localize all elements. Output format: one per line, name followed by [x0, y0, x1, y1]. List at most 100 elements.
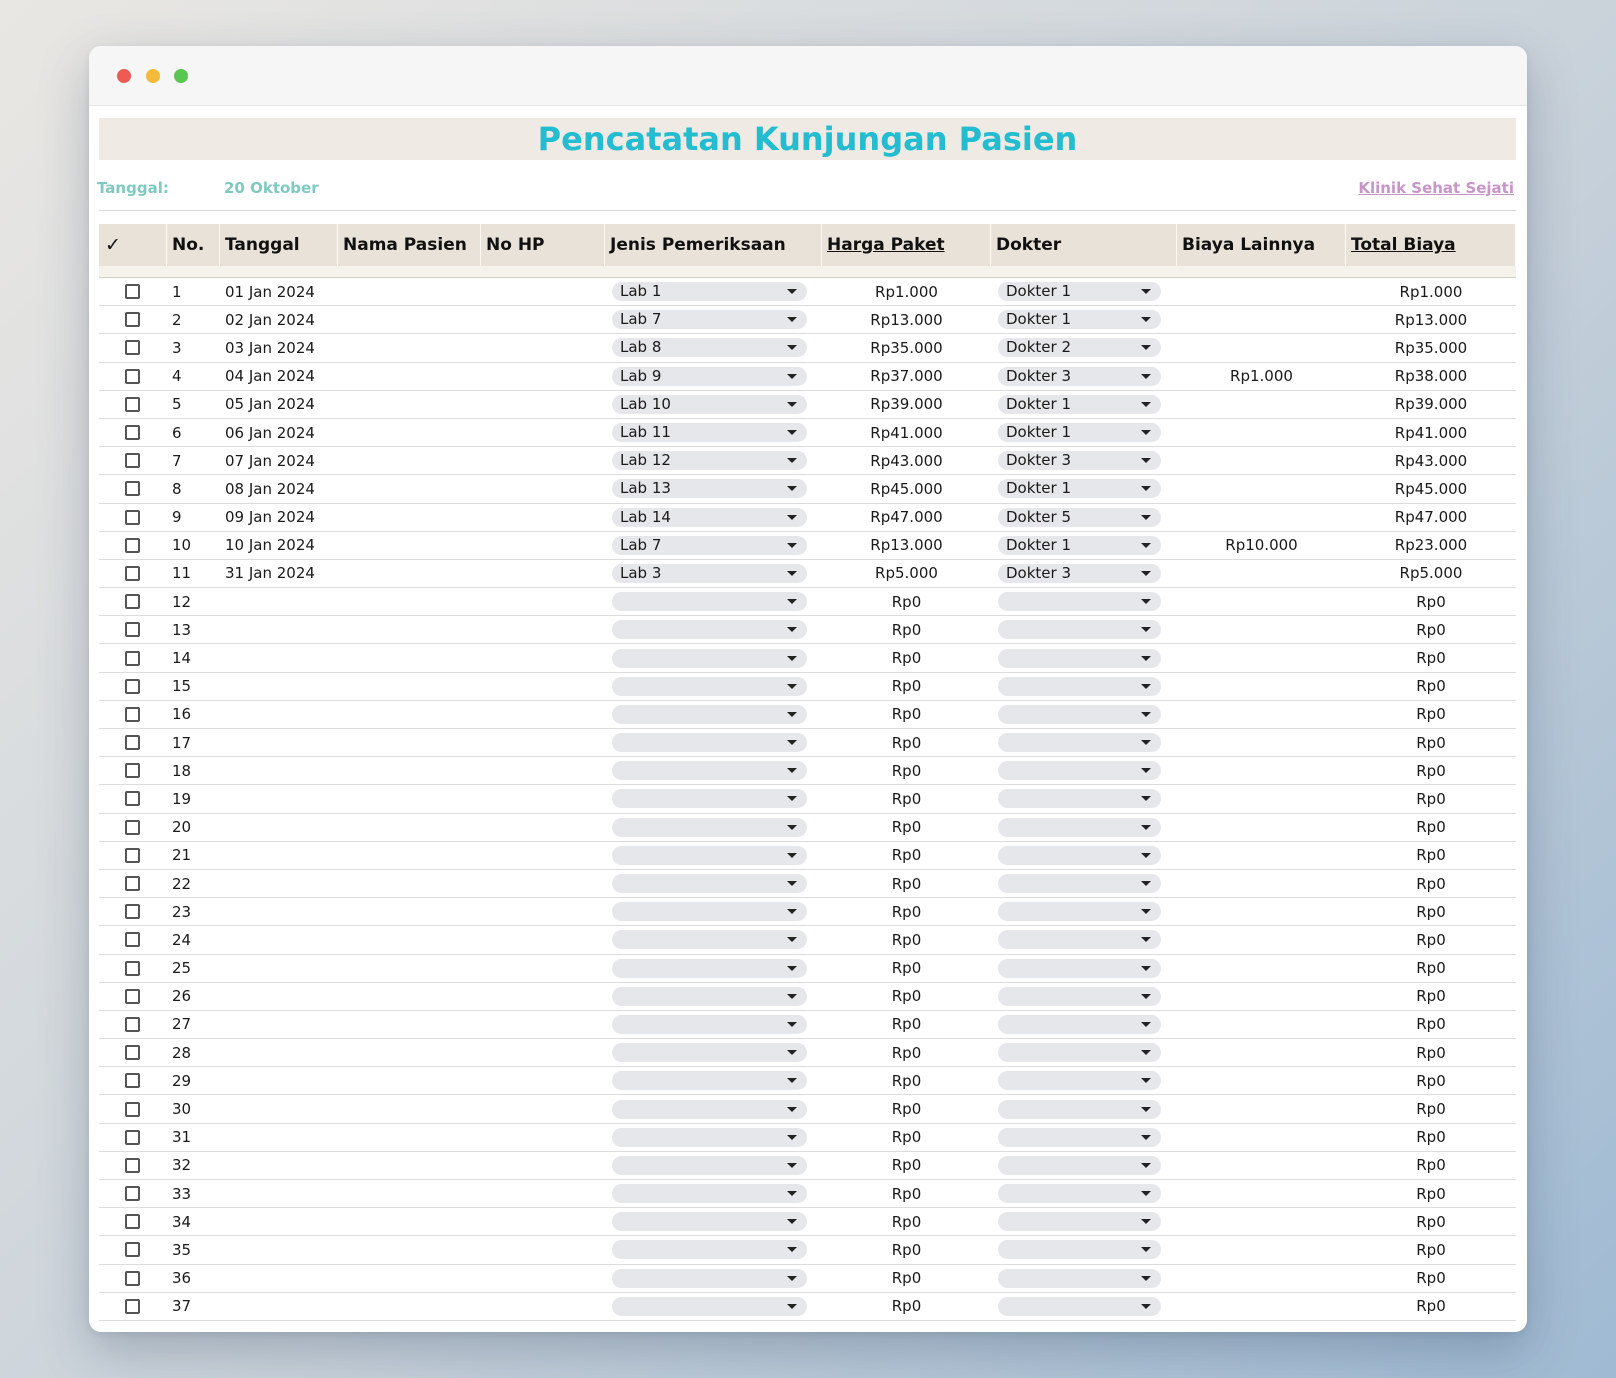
row-tanggal[interactable]: 06 Jan 2024	[220, 419, 338, 448]
row-no-hp[interactable]	[481, 447, 605, 476]
row-biaya-lainnya[interactable]	[1177, 870, 1346, 899]
dokter-dropdown[interactable]: Dokter 3	[998, 366, 1161, 386]
row-nama-pasien[interactable]	[338, 729, 481, 758]
dokter-dropdown[interactable]: Dokter 3	[998, 451, 1161, 471]
row-no-hp[interactable]	[481, 532, 605, 560]
row-no-hp[interactable]	[481, 1039, 605, 1068]
row-no-hp[interactable]	[481, 363, 605, 391]
row-tanggal[interactable]	[220, 1293, 338, 1321]
row-nama-pasien[interactable]	[338, 278, 481, 307]
row-tanggal[interactable]: 01 Jan 2024	[220, 278, 338, 307]
row-tanggal[interactable]	[220, 1152, 338, 1180]
row-biaya-lainnya[interactable]	[1177, 1124, 1346, 1152]
minimize-window-button[interactable]	[146, 69, 160, 83]
row-tanggal[interactable]	[220, 1208, 338, 1237]
row-tanggal[interactable]	[220, 983, 338, 1011]
row-checkbox[interactable]	[125, 650, 140, 666]
row-nama-pasien[interactable]	[338, 616, 481, 645]
row-nama-pasien[interactable]	[338, 1180, 481, 1209]
row-checkbox[interactable]	[125, 735, 140, 751]
row-no-hp[interactable]	[481, 1293, 605, 1321]
dokter-dropdown[interactable]: Dokter 1	[998, 310, 1161, 330]
row-tanggal[interactable]	[220, 814, 338, 842]
row-nama-pasien[interactable]	[338, 814, 481, 842]
row-no-hp[interactable]	[481, 306, 605, 335]
row-checkbox[interactable]	[125, 1101, 140, 1117]
row-biaya-lainnya[interactable]	[1177, 701, 1346, 729]
jenis-pemeriksaan-dropdown[interactable]	[612, 592, 807, 612]
row-nama-pasien[interactable]	[338, 644, 481, 673]
row-checkbox[interactable]	[125, 847, 140, 863]
row-biaya-lainnya[interactable]	[1177, 1152, 1346, 1180]
row-checkbox[interactable]	[125, 1016, 140, 1032]
dokter-dropdown[interactable]	[998, 648, 1161, 668]
row-no-hp[interactable]	[481, 1208, 605, 1237]
row-biaya-lainnya[interactable]	[1177, 1067, 1346, 1096]
row-biaya-lainnya[interactable]	[1177, 616, 1346, 645]
row-nama-pasien[interactable]	[338, 983, 481, 1011]
row-tanggal[interactable]	[220, 673, 338, 701]
jenis-pemeriksaan-dropdown[interactable]	[612, 1184, 807, 1204]
row-checkbox[interactable]	[125, 1045, 140, 1061]
row-biaya-lainnya[interactable]	[1177, 334, 1346, 363]
row-checkbox[interactable]	[125, 988, 140, 1004]
dokter-dropdown[interactable]	[998, 1184, 1161, 1204]
row-nama-pasien[interactable]	[338, 701, 481, 729]
row-checkbox[interactable]	[125, 1129, 140, 1145]
row-no-hp[interactable]	[481, 1124, 605, 1152]
row-tanggal[interactable]	[220, 1180, 338, 1209]
row-biaya-lainnya[interactable]	[1177, 504, 1346, 532]
row-nama-pasien[interactable]	[338, 1236, 481, 1265]
jenis-pemeriksaan-dropdown[interactable]: Lab 10	[612, 394, 807, 414]
jenis-pemeriksaan-dropdown[interactable]	[612, 1212, 807, 1232]
row-nama-pasien[interactable]	[338, 475, 481, 504]
dokter-dropdown[interactable]	[998, 1043, 1161, 1063]
jenis-pemeriksaan-dropdown[interactable]	[612, 1240, 807, 1260]
dokter-dropdown[interactable]	[998, 676, 1161, 696]
dokter-dropdown[interactable]	[998, 620, 1161, 640]
row-nama-pasien[interactable]	[338, 757, 481, 786]
row-no-hp[interactable]	[481, 1011, 605, 1040]
row-tanggal[interactable]	[220, 842, 338, 870]
dokter-dropdown[interactable]: Dokter 5	[998, 507, 1161, 527]
row-biaya-lainnya[interactable]	[1177, 1293, 1346, 1321]
row-no-hp[interactable]	[481, 926, 605, 955]
row-tanggal[interactable]	[220, 616, 338, 645]
dokter-dropdown[interactable]	[998, 704, 1161, 724]
row-biaya-lainnya[interactable]: Rp1.000	[1177, 363, 1346, 391]
row-tanggal[interactable]	[220, 1067, 338, 1096]
row-no-hp[interactable]	[481, 391, 605, 419]
row-tanggal[interactable]	[220, 955, 338, 983]
row-biaya-lainnya[interactable]	[1177, 391, 1346, 419]
row-biaya-lainnya[interactable]	[1177, 1208, 1346, 1237]
row-tanggal[interactable]	[220, 926, 338, 955]
row-checkbox[interactable]	[125, 565, 140, 581]
row-nama-pasien[interactable]	[338, 504, 481, 532]
row-nama-pasien[interactable]	[338, 419, 481, 448]
row-biaya-lainnya[interactable]	[1177, 955, 1346, 983]
row-biaya-lainnya[interactable]	[1177, 1039, 1346, 1068]
row-checkbox[interactable]	[125, 1214, 140, 1230]
row-tanggal[interactable]: 02 Jan 2024	[220, 306, 338, 335]
row-tanggal[interactable]	[220, 588, 338, 617]
row-nama-pasien[interactable]	[338, 926, 481, 955]
row-nama-pasien[interactable]	[338, 588, 481, 617]
jenis-pemeriksaan-dropdown[interactable]: Lab 7	[612, 535, 807, 555]
row-nama-pasien[interactable]	[338, 1067, 481, 1096]
row-biaya-lainnya[interactable]	[1177, 1265, 1346, 1293]
dokter-dropdown[interactable]	[998, 789, 1161, 809]
row-biaya-lainnya[interactable]	[1177, 842, 1346, 870]
dokter-dropdown[interactable]	[998, 1127, 1161, 1147]
row-nama-pasien[interactable]	[338, 306, 481, 335]
row-nama-pasien[interactable]	[338, 1152, 481, 1180]
row-checkbox[interactable]	[125, 1298, 140, 1314]
row-no-hp[interactable]	[481, 757, 605, 786]
header-harga-paket[interactable]: Harga Paket	[822, 224, 991, 266]
dokter-dropdown[interactable]	[998, 986, 1161, 1006]
dokter-dropdown[interactable]	[998, 1268, 1161, 1288]
dokter-dropdown[interactable]	[998, 817, 1161, 837]
row-checkbox[interactable]	[125, 932, 140, 948]
row-biaya-lainnya[interactable]	[1177, 560, 1346, 589]
row-nama-pasien[interactable]	[338, 391, 481, 419]
row-tanggal[interactable]	[220, 870, 338, 899]
